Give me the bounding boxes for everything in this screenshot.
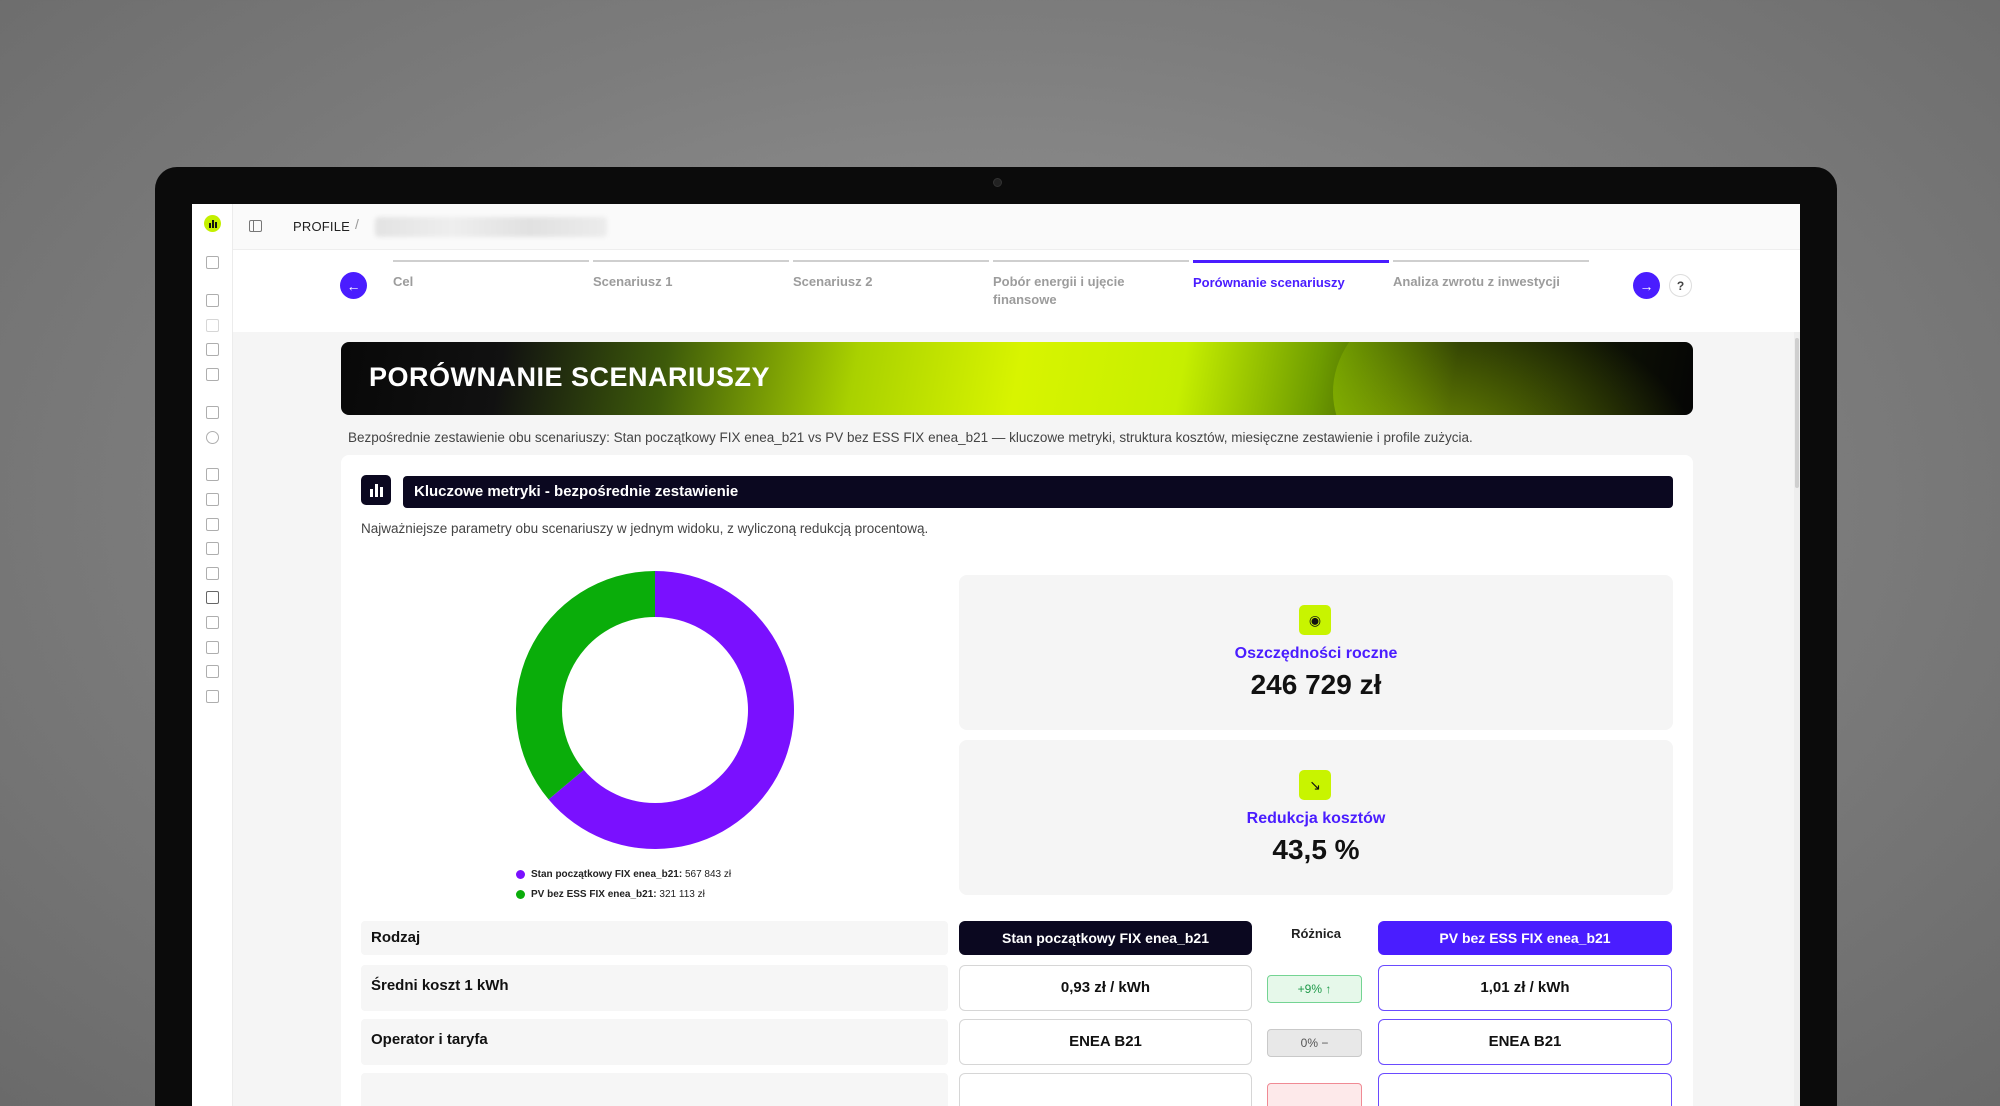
grid-icon[interactable]: [206, 294, 219, 307]
legend-item: PV bez ESS FIX enea_b21: 321 113 zł: [516, 884, 731, 904]
page-banner: PORÓWNANIE SCENARIUSZY: [341, 342, 1693, 415]
table-row-label: [361, 1073, 948, 1106]
table-header-left: Stan początkowy FIX enea_b21: [959, 921, 1252, 955]
donut-slice-1: [516, 571, 655, 800]
legend-label-0: Stan początkowy FIX enea_b21: [531, 868, 679, 880]
legend-value-0: 567 843 zł: [684, 868, 732, 880]
diff-badge-down: [1267, 1083, 1362, 1106]
table-cell-right: ENEA B21: [1378, 1019, 1672, 1065]
document-icon[interactable]: [206, 567, 219, 580]
document-icon[interactable]: [206, 616, 219, 629]
table-row-label: Średni koszt 1 kWh: [361, 965, 948, 1011]
step-porownanie-scenariuszy[interactable]: Porównanie scenariuszy: [1193, 260, 1389, 292]
app-window: PROFILE / ← Cel Scenariusz 1 Scenariusz …: [192, 204, 1800, 1106]
legend-value-1: 321 113 zł: [659, 888, 705, 900]
breadcrumb-redacted: [375, 217, 607, 237]
document-icon[interactable]: [206, 641, 219, 654]
kpi-cost-reduction: ↘ Redukcja kosztów 43,5 %: [959, 740, 1673, 895]
legend-swatch-0: [516, 869, 525, 879]
file-icon[interactable]: [206, 368, 219, 381]
breadcrumb-separator: /: [355, 216, 359, 232]
kpi-value: 246 729 zł: [1250, 669, 1382, 700]
cost-donut-chart: [515, 570, 795, 850]
step-scenariusz-2[interactable]: Scenariusz 2: [793, 260, 989, 291]
document-icon[interactable]: [206, 468, 219, 481]
monitor-icon[interactable]: [206, 343, 219, 356]
legend-swatch-1: [516, 889, 525, 899]
legend-label-1: PV bez ESS FIX enea_b21: [531, 888, 654, 900]
diff-badge-up: +9% ↑: [1267, 975, 1362, 1003]
home-icon[interactable]: [206, 256, 219, 269]
table-row-label: Operator i taryfa: [361, 1019, 948, 1065]
add-circle-icon[interactable]: [206, 431, 219, 444]
document-icon[interactable]: [206, 591, 219, 604]
document-icon[interactable]: [206, 319, 219, 332]
legend-item: Stan początkowy FIX enea_b21: 567 843 zł: [516, 864, 731, 884]
table-cell-left: 0,93 zł / kWh: [959, 965, 1252, 1011]
scrollbar-thumb[interactable]: [1795, 338, 1799, 488]
table-header-right: PV bez ESS FIX enea_b21: [1378, 921, 1672, 955]
sidebar-toggle-icon[interactable]: [249, 220, 262, 232]
top-bar: PROFILE /: [233, 204, 1800, 250]
kpi-label: Oszczędności roczne: [1234, 645, 1398, 662]
kpi-value: 43,5 %: [1272, 834, 1360, 865]
step-cel[interactable]: Cel: [393, 260, 589, 291]
chart-legend: Stan początkowy FIX enea_b21: 567 843 zł…: [516, 864, 731, 904]
piggy-bank-icon: ◉: [1299, 605, 1331, 635]
prev-step-button[interactable]: ←: [340, 272, 367, 299]
table-cell-right: 1,01 zł / kWh: [1378, 965, 1672, 1011]
table-header-label: Rodzaj: [361, 921, 948, 955]
page-description: Bezpośrednie zestawienie obu scenariuszy…: [348, 430, 1473, 445]
metrics-card: Kluczowe metryki - bezpośrednie zestawie…: [341, 455, 1693, 1106]
page-title: PORÓWNANIE SCENARIUSZY: [369, 362, 771, 392]
app-logo-icon[interactable]: [204, 215, 221, 232]
section-subtitle: Najważniejsze parametry obu scenariuszy …: [361, 521, 929, 536]
trending-down-icon: ↘: [1299, 770, 1331, 800]
wizard-stepper: ← Cel Scenariusz 1 Scenariusz 2 Pobór en…: [233, 250, 1800, 332]
section-title: Kluczowe metryki - bezpośrednie zestawie…: [403, 476, 1673, 508]
table-cell-left: ENEA B21: [959, 1019, 1252, 1065]
next-step-button[interactable]: →: [1633, 272, 1660, 299]
table-cell-right: [1378, 1073, 1672, 1106]
main-content: PORÓWNANIE SCENARIUSZY Bezpośrednie zest…: [233, 332, 1800, 1106]
step-pobor-energii[interactable]: Pobór energii i ujęcie finansowe: [993, 260, 1189, 309]
diff-badge-neutral: 0% −: [1267, 1029, 1362, 1057]
webcam-dot: [993, 178, 1002, 187]
step-analiza-zwrotu[interactable]: Analiza zwrotu z inwestycji: [1393, 260, 1589, 291]
bar-chart-icon: [361, 475, 391, 505]
table-header-diff: Różnica: [1291, 926, 1341, 941]
document-icon[interactable]: [206, 542, 219, 555]
table-cell-left: [959, 1073, 1252, 1106]
kpi-annual-savings: ◉ Oszczędności roczne 246 729 zł: [959, 575, 1673, 730]
document-icon[interactable]: [206, 690, 219, 703]
help-button[interactable]: ?: [1669, 274, 1692, 297]
document-icon[interactable]: [206, 518, 219, 531]
add-block-icon[interactable]: [206, 406, 219, 419]
icon-sidebar: [192, 204, 233, 1106]
step-scenariusz-1[interactable]: Scenariusz 1: [593, 260, 789, 291]
document-icon[interactable]: [206, 665, 219, 678]
kpi-label: Redukcja kosztów: [1246, 810, 1386, 827]
scrollbar[interactable]: [1794, 332, 1800, 1106]
breadcrumb-root[interactable]: PROFILE: [293, 219, 350, 234]
document-icon[interactable]: [206, 493, 219, 506]
